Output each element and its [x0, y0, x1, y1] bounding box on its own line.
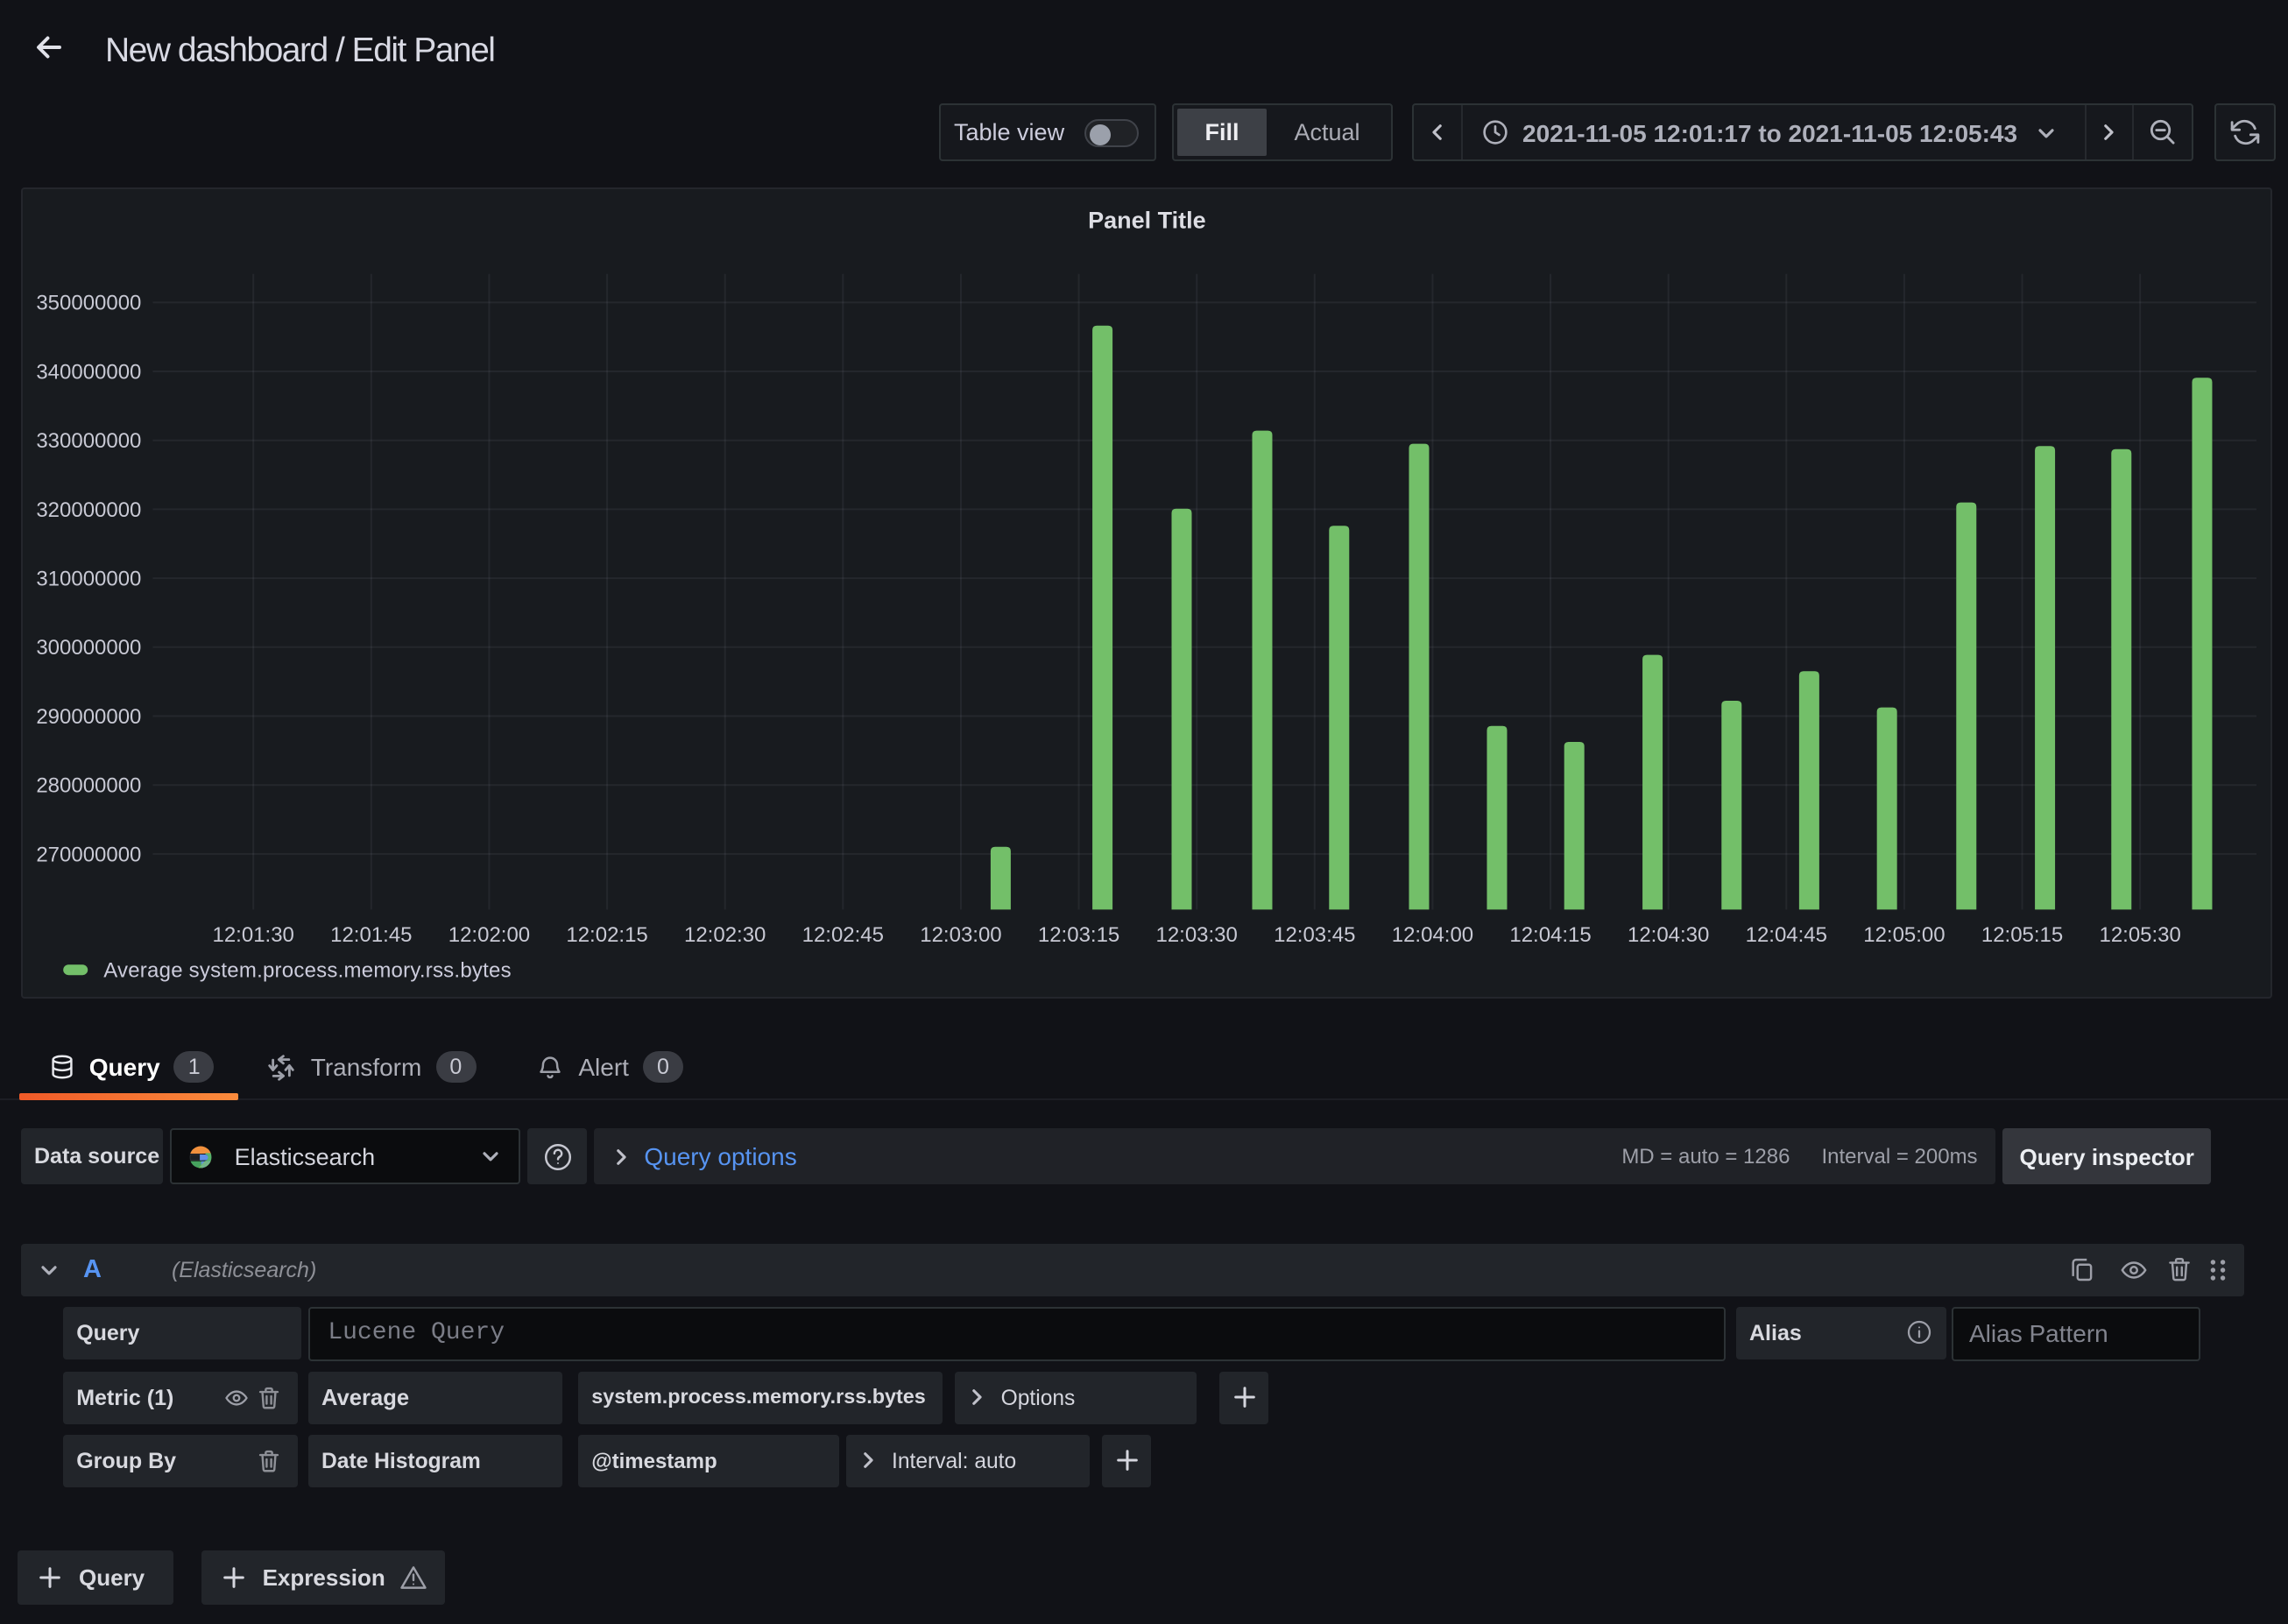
svg-text:280000000: 280000000 — [35, 773, 140, 797]
svg-text:320000000: 320000000 — [35, 498, 140, 521]
svg-text:12:03:15: 12:03:15 — [1037, 922, 1119, 946]
svg-text:12:03:00: 12:03:00 — [919, 922, 1000, 946]
svg-text:310000000: 310000000 — [35, 567, 140, 590]
svg-text:300000000: 300000000 — [35, 635, 140, 659]
svg-text:Panel Title: Panel Title — [1087, 207, 1204, 233]
svg-text:12:02:15: 12:02:15 — [565, 922, 646, 946]
svg-text:12:01:30: 12:01:30 — [212, 922, 293, 946]
svg-text:340000000: 340000000 — [35, 360, 140, 384]
svg-text:350000000: 350000000 — [35, 291, 140, 314]
svg-text:12:01:45: 12:01:45 — [329, 922, 411, 946]
svg-text:270000000: 270000000 — [35, 842, 140, 865]
svg-text:290000000: 290000000 — [35, 704, 140, 728]
svg-text:12:02:30: 12:02:30 — [683, 922, 765, 946]
svg-text:12:04:00: 12:04:00 — [1391, 922, 1472, 946]
svg-text:12:02:00: 12:02:00 — [448, 922, 529, 946]
svg-text:Average system.process.memory.: Average system.process.memory.rss.bytes — [102, 958, 511, 982]
svg-text:12:02:45: 12:02:45 — [802, 922, 883, 946]
svg-text:12:04:15: 12:04:15 — [1508, 922, 1590, 946]
svg-text:12:03:45: 12:03:45 — [1273, 922, 1354, 946]
svg-text:12:04:45: 12:04:45 — [1745, 922, 1826, 946]
svg-text:12:05:15: 12:05:15 — [1981, 922, 2062, 946]
svg-text:12:05:00: 12:05:00 — [1862, 922, 1944, 946]
svg-text:330000000: 330000000 — [35, 428, 140, 452]
svg-text:12:05:30: 12:05:30 — [2098, 922, 2179, 946]
svg-text:12:04:30: 12:04:30 — [1627, 922, 1708, 946]
svg-text:12:03:30: 12:03:30 — [1155, 922, 1237, 946]
